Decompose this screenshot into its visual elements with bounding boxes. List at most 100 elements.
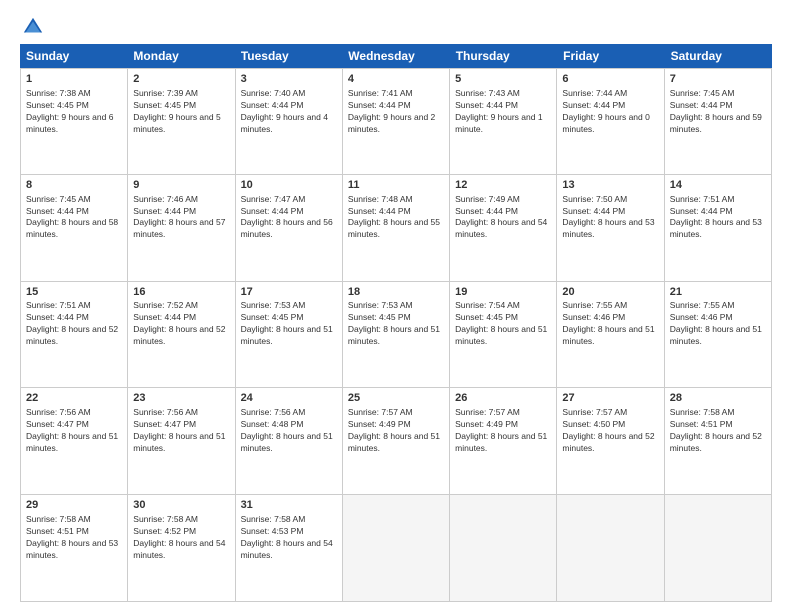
day-info: Sunrise: 7:56 AMSunset: 4:47 PMDaylight:…: [26, 407, 122, 455]
day-number: 16: [133, 285, 229, 300]
day-number: 1: [26, 72, 122, 87]
day-info: Sunrise: 7:45 AMSunset: 4:44 PMDaylight:…: [26, 194, 122, 242]
calendar-cell: 27Sunrise: 7:57 AMSunset: 4:50 PMDayligh…: [557, 388, 664, 494]
calendar-body: 1Sunrise: 7:38 AMSunset: 4:45 PMDaylight…: [20, 68, 772, 602]
day-number: 3: [241, 72, 337, 87]
day-info: Sunrise: 7:57 AMSunset: 4:49 PMDaylight:…: [455, 407, 551, 455]
day-info: Sunrise: 7:58 AMSunset: 4:52 PMDaylight:…: [133, 514, 229, 562]
day-number: 30: [133, 498, 229, 513]
calendar-cell: 11Sunrise: 7:48 AMSunset: 4:44 PMDayligh…: [343, 175, 450, 281]
calendar-cell: 14Sunrise: 7:51 AMSunset: 4:44 PMDayligh…: [665, 175, 772, 281]
weekday-header: Sunday: [20, 44, 127, 68]
day-number: 15: [26, 285, 122, 300]
day-info: Sunrise: 7:39 AMSunset: 4:45 PMDaylight:…: [133, 88, 229, 136]
calendar-cell: 28Sunrise: 7:58 AMSunset: 4:51 PMDayligh…: [665, 388, 772, 494]
day-number: 12: [455, 178, 551, 193]
calendar-week-row: 8Sunrise: 7:45 AMSunset: 4:44 PMDaylight…: [20, 175, 772, 282]
day-number: 31: [241, 498, 337, 513]
day-number: 20: [562, 285, 658, 300]
calendar-header: SundayMondayTuesdayWednesdayThursdayFrid…: [20, 44, 772, 68]
calendar-cell: 25Sunrise: 7:57 AMSunset: 4:49 PMDayligh…: [343, 388, 450, 494]
day-number: 7: [670, 72, 766, 87]
calendar-cell: 8Sunrise: 7:45 AMSunset: 4:44 PMDaylight…: [21, 175, 128, 281]
day-info: Sunrise: 7:46 AMSunset: 4:44 PMDaylight:…: [133, 194, 229, 242]
calendar-cell: 26Sunrise: 7:57 AMSunset: 4:49 PMDayligh…: [450, 388, 557, 494]
day-number: 19: [455, 285, 551, 300]
day-info: Sunrise: 7:54 AMSunset: 4:45 PMDaylight:…: [455, 300, 551, 348]
day-info: Sunrise: 7:41 AMSunset: 4:44 PMDaylight:…: [348, 88, 444, 136]
day-number: 4: [348, 72, 444, 87]
calendar-cell: 2Sunrise: 7:39 AMSunset: 4:45 PMDaylight…: [128, 68, 235, 174]
day-info: Sunrise: 7:47 AMSunset: 4:44 PMDaylight:…: [241, 194, 337, 242]
day-info: Sunrise: 7:55 AMSunset: 4:46 PMDaylight:…: [562, 300, 658, 348]
calendar-cell: 31Sunrise: 7:58 AMSunset: 4:53 PMDayligh…: [236, 495, 343, 601]
day-info: Sunrise: 7:44 AMSunset: 4:44 PMDaylight:…: [562, 88, 658, 136]
weekday-header: Thursday: [450, 44, 557, 68]
day-info: Sunrise: 7:43 AMSunset: 4:44 PMDaylight:…: [455, 88, 551, 136]
day-number: 14: [670, 178, 766, 193]
logo-icon: [22, 16, 44, 38]
day-info: Sunrise: 7:40 AMSunset: 4:44 PMDaylight:…: [241, 88, 337, 136]
day-number: 6: [562, 72, 658, 87]
day-number: 2: [133, 72, 229, 87]
day-info: Sunrise: 7:49 AMSunset: 4:44 PMDaylight:…: [455, 194, 551, 242]
weekday-header: Tuesday: [235, 44, 342, 68]
day-info: Sunrise: 7:55 AMSunset: 4:46 PMDaylight:…: [670, 300, 766, 348]
day-number: 26: [455, 391, 551, 406]
calendar-cell: 12Sunrise: 7:49 AMSunset: 4:44 PMDayligh…: [450, 175, 557, 281]
calendar-cell: 24Sunrise: 7:56 AMSunset: 4:48 PMDayligh…: [236, 388, 343, 494]
day-number: 5: [455, 72, 551, 87]
calendar-cell: 18Sunrise: 7:53 AMSunset: 4:45 PMDayligh…: [343, 282, 450, 388]
calendar-cell-empty: [343, 495, 450, 601]
day-info: Sunrise: 7:45 AMSunset: 4:44 PMDaylight:…: [670, 88, 766, 136]
calendar-cell: 16Sunrise: 7:52 AMSunset: 4:44 PMDayligh…: [128, 282, 235, 388]
weekday-header: Monday: [127, 44, 234, 68]
calendar-cell: 9Sunrise: 7:46 AMSunset: 4:44 PMDaylight…: [128, 175, 235, 281]
calendar-cell-empty: [557, 495, 664, 601]
calendar-cell: 23Sunrise: 7:56 AMSunset: 4:47 PMDayligh…: [128, 388, 235, 494]
calendar-week-row: 22Sunrise: 7:56 AMSunset: 4:47 PMDayligh…: [20, 388, 772, 495]
weekday-header: Friday: [557, 44, 664, 68]
day-info: Sunrise: 7:58 AMSunset: 4:53 PMDaylight:…: [241, 514, 337, 562]
day-info: Sunrise: 7:58 AMSunset: 4:51 PMDaylight:…: [670, 407, 766, 455]
calendar-cell: 21Sunrise: 7:55 AMSunset: 4:46 PMDayligh…: [665, 282, 772, 388]
calendar-week-row: 1Sunrise: 7:38 AMSunset: 4:45 PMDaylight…: [20, 68, 772, 175]
calendar: SundayMondayTuesdayWednesdayThursdayFrid…: [20, 44, 772, 602]
day-number: 21: [670, 285, 766, 300]
day-info: Sunrise: 7:51 AMSunset: 4:44 PMDaylight:…: [26, 300, 122, 348]
header: [20, 16, 772, 34]
day-number: 29: [26, 498, 122, 513]
day-info: Sunrise: 7:48 AMSunset: 4:44 PMDaylight:…: [348, 194, 444, 242]
day-info: Sunrise: 7:56 AMSunset: 4:47 PMDaylight:…: [133, 407, 229, 455]
page: SundayMondayTuesdayWednesdayThursdayFrid…: [0, 0, 792, 612]
day-info: Sunrise: 7:51 AMSunset: 4:44 PMDaylight:…: [670, 194, 766, 242]
calendar-cell: 29Sunrise: 7:58 AMSunset: 4:51 PMDayligh…: [21, 495, 128, 601]
calendar-cell: 1Sunrise: 7:38 AMSunset: 4:45 PMDaylight…: [21, 68, 128, 174]
calendar-cell: 15Sunrise: 7:51 AMSunset: 4:44 PMDayligh…: [21, 282, 128, 388]
calendar-cell: 10Sunrise: 7:47 AMSunset: 4:44 PMDayligh…: [236, 175, 343, 281]
day-number: 8: [26, 178, 122, 193]
day-number: 28: [670, 391, 766, 406]
calendar-cell: 30Sunrise: 7:58 AMSunset: 4:52 PMDayligh…: [128, 495, 235, 601]
calendar-cell: 3Sunrise: 7:40 AMSunset: 4:44 PMDaylight…: [236, 68, 343, 174]
day-info: Sunrise: 7:38 AMSunset: 4:45 PMDaylight:…: [26, 88, 122, 136]
weekday-header: Wednesday: [342, 44, 449, 68]
day-info: Sunrise: 7:57 AMSunset: 4:50 PMDaylight:…: [562, 407, 658, 455]
calendar-cell-empty: [665, 495, 772, 601]
day-number: 22: [26, 391, 122, 406]
calendar-cell: 5Sunrise: 7:43 AMSunset: 4:44 PMDaylight…: [450, 68, 557, 174]
calendar-cell: 13Sunrise: 7:50 AMSunset: 4:44 PMDayligh…: [557, 175, 664, 281]
day-number: 18: [348, 285, 444, 300]
weekday-header: Saturday: [665, 44, 772, 68]
day-number: 23: [133, 391, 229, 406]
day-info: Sunrise: 7:50 AMSunset: 4:44 PMDaylight:…: [562, 194, 658, 242]
calendar-cell: 20Sunrise: 7:55 AMSunset: 4:46 PMDayligh…: [557, 282, 664, 388]
calendar-week-row: 15Sunrise: 7:51 AMSunset: 4:44 PMDayligh…: [20, 282, 772, 389]
day-info: Sunrise: 7:57 AMSunset: 4:49 PMDaylight:…: [348, 407, 444, 455]
day-number: 27: [562, 391, 658, 406]
day-number: 9: [133, 178, 229, 193]
day-number: 13: [562, 178, 658, 193]
day-info: Sunrise: 7:52 AMSunset: 4:44 PMDaylight:…: [133, 300, 229, 348]
day-info: Sunrise: 7:56 AMSunset: 4:48 PMDaylight:…: [241, 407, 337, 455]
calendar-cell: 7Sunrise: 7:45 AMSunset: 4:44 PMDaylight…: [665, 68, 772, 174]
